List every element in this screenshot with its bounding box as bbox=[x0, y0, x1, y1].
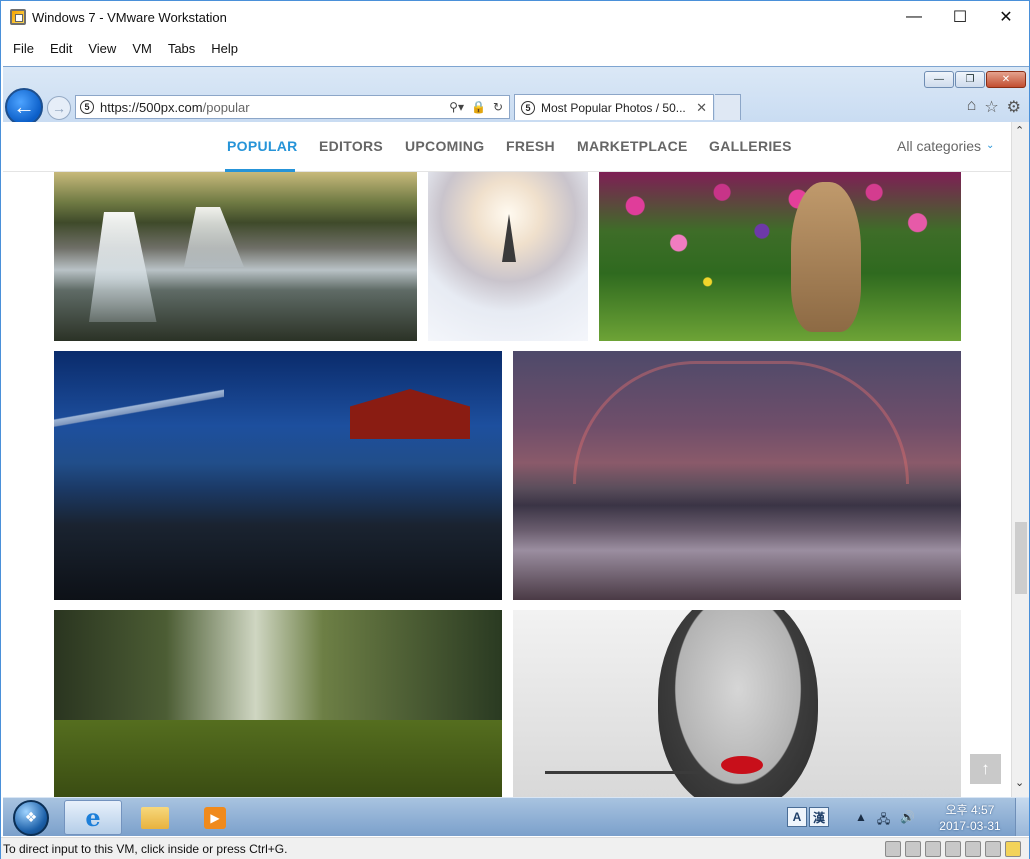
clock-date: 2017-03-31 bbox=[939, 819, 1001, 833]
search-icon[interactable]: ⚲▾ bbox=[449, 100, 464, 114]
photo-snow-tree[interactable] bbox=[428, 172, 588, 341]
network-adapter-icon[interactable] bbox=[925, 841, 941, 857]
ie-window-controls: — ❐ ✕ bbox=[924, 71, 1026, 88]
internet-explorer-icon: e bbox=[85, 803, 101, 832]
ime-mode-a[interactable]: A bbox=[787, 807, 807, 827]
display-icon[interactable] bbox=[985, 841, 1001, 857]
scroll-to-top-button[interactable]: ↑ bbox=[970, 754, 1001, 784]
menu-tabs[interactable]: Tabs bbox=[160, 41, 203, 56]
printer-icon[interactable] bbox=[945, 841, 961, 857]
web-page: POPULAR EDITORS UPCOMING FRESH MARKETPLA… bbox=[3, 122, 1029, 797]
vmware-statusbar: To direct input to this VM, click inside… bbox=[1, 837, 1029, 859]
active-nav-underline bbox=[225, 169, 295, 172]
address-bar[interactable]: 5 https://500px.com/popular ⚲▾ 🔒 ↻ bbox=[75, 95, 510, 119]
nav-upcoming[interactable]: UPCOMING bbox=[405, 138, 484, 154]
photo-rabbit-flowers[interactable] bbox=[599, 172, 961, 341]
scroll-down-arrow-icon[interactable]: ⌄ bbox=[1015, 776, 1024, 789]
start-button[interactable]: ❖ bbox=[6, 798, 56, 836]
show-desktop-button[interactable] bbox=[1015, 798, 1029, 836]
vmware-logo-icon bbox=[10, 9, 26, 25]
category-dropdown[interactable]: All categories bbox=[897, 138, 981, 154]
chevron-down-icon: ⌄ bbox=[986, 140, 995, 151]
photo-portrait-red-lips[interactable] bbox=[513, 610, 961, 797]
menu-help[interactable]: Help bbox=[203, 41, 246, 56]
volume-icon[interactable]: 🔊 bbox=[900, 810, 915, 831]
show-hidden-icons-chevron-icon[interactable]: ▲ bbox=[855, 810, 867, 831]
taskbar-explorer-button[interactable] bbox=[126, 800, 184, 835]
media-player-icon: ▶ bbox=[204, 806, 226, 829]
close-button[interactable]: ✕ bbox=[983, 1, 1029, 33]
photo-night-bridge-house[interactable] bbox=[54, 351, 502, 600]
url-host: https://500px.com bbox=[100, 99, 203, 115]
menu-vm[interactable]: VM bbox=[124, 41, 160, 56]
scroll-up-arrow-icon[interactable]: ⌃ bbox=[1015, 124, 1024, 137]
window-title: Windows 7 - VMware Workstation bbox=[32, 9, 227, 25]
folder-icon bbox=[141, 806, 169, 829]
ime-mode-hanja[interactable]: 漢 bbox=[809, 807, 829, 827]
url-path: /popular bbox=[202, 99, 250, 115]
refresh-icon[interactable]: ↻ bbox=[493, 100, 503, 114]
ie-tools: ⌂ ☆ ⚙ bbox=[967, 97, 1021, 117]
minimize-button[interactable]: — bbox=[891, 1, 937, 33]
photo-brush-detail bbox=[545, 771, 705, 774]
page-scrollbar[interactable]: ⌃ ⌄ bbox=[1011, 122, 1029, 797]
photo-mossy-forest[interactable] bbox=[54, 610, 502, 797]
tab-title: Most Popular Photos / 50... bbox=[541, 100, 686, 115]
new-tab-button[interactable] bbox=[715, 94, 741, 120]
home-icon[interactable]: ⌂ bbox=[967, 97, 977, 117]
back-arrow-icon: ← bbox=[13, 94, 35, 119]
windows-taskbar: ❖ e ▶ A 漢 ▲ 🖧 🔊 오후 4:57 2017-03-31 bbox=[3, 797, 1029, 836]
tab-most-popular[interactable]: 5 Most Popular Photos / 50... ✕ bbox=[514, 94, 714, 120]
sound-icon[interactable] bbox=[965, 841, 981, 857]
nav-fresh[interactable]: FRESH bbox=[506, 138, 555, 154]
photo-rainbow-sea[interactable] bbox=[513, 351, 961, 600]
nav-galleries[interactable]: GALLERIES bbox=[709, 138, 792, 154]
ie-toolbar: — ❐ ✕ ← → 5 https://500px.com/popular ⚲▾… bbox=[3, 66, 1029, 126]
photo-waterfall[interactable] bbox=[54, 172, 417, 341]
tab-close-icon[interactable]: ✕ bbox=[690, 100, 713, 116]
nav-editors[interactable]: EDITORS bbox=[319, 138, 383, 154]
taskbar-ie-button[interactable]: e bbox=[64, 800, 122, 835]
taskbar-clock[interactable]: 오후 4:57 2017-03-31 bbox=[933, 802, 1007, 834]
ie-restore-button[interactable]: ❐ bbox=[955, 71, 985, 88]
system-tray: ▲ 🖧 🔊 bbox=[855, 810, 915, 831]
window-controls: — ☐ ✕ bbox=[891, 1, 1029, 33]
hard-disk-icon[interactable] bbox=[885, 841, 901, 857]
cd-drive-icon[interactable] bbox=[905, 841, 921, 857]
menu-file[interactable]: File bbox=[5, 41, 42, 56]
settings-gear-icon[interactable]: ⚙ bbox=[1007, 97, 1021, 117]
500px-site-icon: 5 bbox=[80, 100, 94, 114]
menu-edit[interactable]: Edit bbox=[42, 41, 80, 56]
device-icons bbox=[885, 841, 1021, 857]
back-button[interactable]: ← bbox=[5, 88, 43, 126]
category-nav: POPULAR EDITORS UPCOMING FRESH MARKETPLA… bbox=[3, 122, 1011, 172]
scrollbar-thumb[interactable] bbox=[1015, 522, 1027, 594]
lock-icon[interactable]: 🔒 bbox=[471, 100, 486, 114]
forward-arrow-icon: → bbox=[52, 100, 66, 116]
nav-marketplace[interactable]: MARKETPLACE bbox=[577, 138, 688, 154]
tab-site-icon: 5 bbox=[521, 100, 535, 115]
windows-logo-icon: ❖ bbox=[13, 799, 49, 836]
notes-icon[interactable] bbox=[1005, 841, 1021, 857]
nav-popular[interactable]: POPULAR bbox=[227, 138, 298, 154]
vmware-window: Windows 7 - VMware Workstation — ☐ ✕ Fil… bbox=[0, 0, 1030, 859]
address-bar-icons: ⚲▾ 🔒 ↻ bbox=[449, 100, 509, 114]
ie-close-button[interactable]: ✕ bbox=[986, 71, 1026, 88]
maximize-button[interactable]: ☐ bbox=[937, 1, 983, 33]
menu-view[interactable]: View bbox=[80, 41, 124, 56]
taskbar-media-player-button[interactable]: ▶ bbox=[186, 800, 244, 835]
ie-minimize-button[interactable]: — bbox=[924, 71, 954, 88]
guest-desktop[interactable]: — ❐ ✕ ← → 5 https://500px.com/popular ⚲▾… bbox=[3, 66, 1029, 836]
clock-time: 오후 4:57 bbox=[945, 803, 995, 817]
status-message: To direct input to this VM, click inside… bbox=[3, 841, 288, 856]
vmware-menubar: File Edit View VM Tabs Help bbox=[1, 33, 1029, 63]
forward-button[interactable]: → bbox=[47, 96, 71, 120]
network-icon[interactable]: 🖧 bbox=[877, 810, 890, 831]
vmware-titlebar: Windows 7 - VMware Workstation — ☐ ✕ bbox=[1, 1, 1029, 33]
ime-indicator[interactable]: A 漢 bbox=[787, 807, 829, 827]
favorites-star-icon[interactable]: ☆ bbox=[984, 97, 998, 117]
url-text[interactable]: https://500px.com/popular bbox=[100, 100, 449, 115]
